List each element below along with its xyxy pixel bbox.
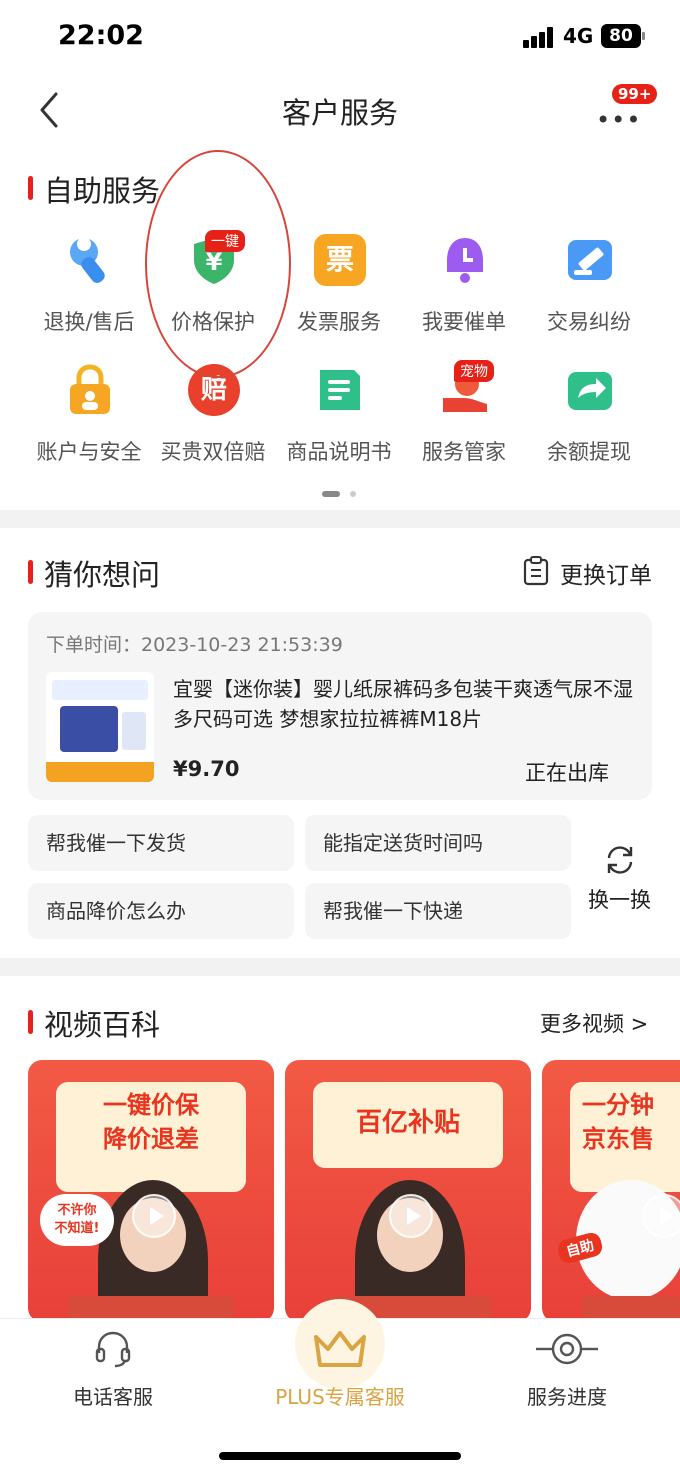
tab-plus-service[interactable]: PLUS专属客服 [227, 1299, 453, 1419]
headset-icon [95, 1331, 131, 1368]
question-urge-express[interactable]: 帮我催一下快递 [305, 883, 571, 939]
more-videos-link[interactable]: 更多视频 > [540, 1008, 648, 1038]
status-bar: 22:02 4G 80 [0, 0, 680, 72]
progress-icon [536, 1333, 598, 1365]
play-icon[interactable] [132, 1194, 176, 1238]
play-icon[interactable] [642, 1194, 680, 1238]
home-indicator[interactable] [219, 1452, 461, 1460]
play-icon[interactable] [389, 1194, 433, 1238]
bell-clock-icon [447, 238, 483, 283]
message-count-badge: 99+ [612, 84, 658, 104]
order-status: 正在出库 [525, 761, 609, 785]
video-banner: 百亿补贴 [313, 1082, 503, 1168]
refresh-icon[interactable] [604, 844, 636, 876]
section-marker [28, 176, 33, 200]
refresh-label[interactable]: 换一换 [588, 884, 651, 914]
more-menu-icon[interactable]: ••• [596, 106, 641, 134]
signal-icon [523, 26, 555, 48]
service-manual[interactable]: 商品说明书 [277, 364, 401, 484]
guess-section: 猜你想问 更换订单 下单时间：2023-10-23 21:53:39 宜婴【迷你… [0, 528, 680, 958]
manual-icon [320, 370, 360, 410]
crown-icon [314, 1331, 366, 1367]
video-title: 视频百科 [44, 1008, 161, 1042]
service-dispute[interactable]: 交易纠纷 [527, 234, 651, 354]
nav-bar: 客户服务 ••• 99+ [0, 72, 680, 152]
product-price: ¥9.70 [173, 757, 240, 781]
service-butler[interactable]: 宠物 服务管家 [402, 360, 526, 484]
guess-title: 猜你想问 [44, 558, 161, 592]
service-return-aftersale[interactable]: 退换/售后 [27, 234, 151, 354]
video-sticker: 不许你 不知道! [40, 1194, 114, 1246]
self-service-section: 自助服务 退换/售后 ¥ 一键 价格保护 票 发票服务 我要催单 交易纠纷 账户… [0, 150, 680, 510]
section-marker [28, 1010, 33, 1034]
tab-service-progress[interactable]: 服务进度 [454, 1319, 680, 1419]
highlight-circle [145, 150, 291, 378]
invoice-icon: 票 [314, 234, 366, 286]
question-urge-shipping[interactable]: 帮我催一下发货 [28, 815, 294, 871]
service-invoice[interactable]: 票 发票服务 [277, 234, 401, 354]
service-withdraw[interactable]: 余额提现 [527, 364, 651, 484]
change-order-link[interactable]: 更换订单 [560, 556, 652, 590]
lock-icon [70, 364, 110, 414]
battery-icon: 80 [601, 24, 645, 48]
video-card-one-minute[interactable]: 一分钟 京东售 自助 [542, 1060, 680, 1322]
bottom-tab-bar: 电话客服 PLUS专属客服 服务进度 [0, 1299, 680, 1472]
order-time: 下单时间：2023-10-23 21:53:39 [46, 634, 343, 656]
network-label: 4G [563, 24, 594, 48]
butler-badge: 宠物 [454, 360, 494, 382]
question-price-drop[interactable]: 商品降价怎么办 [28, 883, 294, 939]
product-image [46, 672, 154, 782]
section-marker [28, 560, 33, 584]
page-title: 客户服务 [281, 96, 398, 130]
self-service-title: 自助服务 [44, 174, 161, 208]
gavel-icon [568, 240, 612, 280]
question-delivery-time[interactable]: 能指定送货时间吗 [305, 815, 571, 871]
service-double-compensation[interactable]: 赔 买贵双倍赔 [151, 364, 275, 484]
wrench-icon [70, 237, 105, 283]
product-name: 宜婴【迷你装】婴儿纸尿裤码多包装干爽透气尿不湿 多尺码可选 梦想家拉拉裤裤M18… [173, 677, 633, 731]
order-clipboard-icon[interactable] [522, 556, 550, 586]
video-banner: 一分钟 京东售 [570, 1082, 680, 1192]
status-time: 22:02 [58, 20, 144, 51]
video-card-price-protect[interactable]: 一键价保 降价退差 不许你 不知道! [28, 1060, 274, 1322]
order-card[interactable]: 下单时间：2023-10-23 21:53:39 宜婴【迷你装】婴儿纸尿裤码多包… [28, 612, 652, 800]
video-banner: 一键价保 降价退差 [56, 1082, 246, 1192]
service-account-security[interactable]: 账户与安全 [27, 364, 151, 484]
tab-phone-service[interactable]: 电话客服 [0, 1319, 226, 1419]
video-card-subsidy[interactable]: 百亿补贴 [285, 1060, 531, 1322]
service-urge-order[interactable]: 我要催单 [402, 234, 526, 354]
wallet-withdraw-icon [568, 372, 612, 410]
